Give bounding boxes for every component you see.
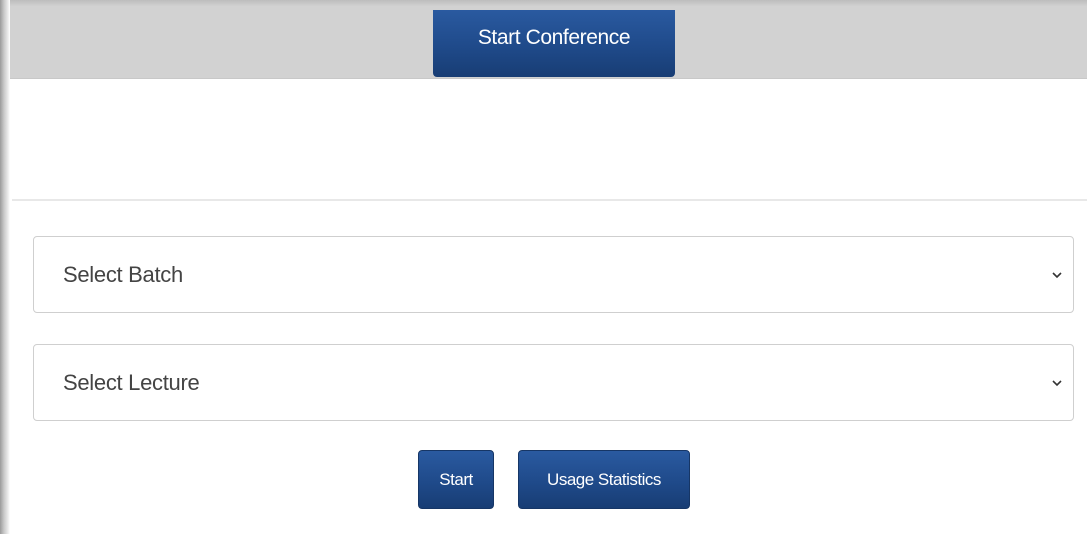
lecture-select-value: Select Lecture bbox=[63, 370, 200, 395]
chevron-down-icon bbox=[1052, 380, 1062, 387]
start-conference-tab[interactable]: Start Conference bbox=[433, 10, 675, 77]
window: Start Conference Select Batch Select Lec… bbox=[0, 0, 1087, 534]
lecture-select[interactable]: Select Lecture bbox=[33, 344, 1074, 421]
batch-select-value: Select Batch bbox=[63, 262, 183, 287]
panel-divider bbox=[12, 199, 1087, 201]
start-button[interactable]: Start bbox=[418, 450, 494, 509]
window-top-border bbox=[0, 0, 1087, 7]
window-left-border bbox=[0, 0, 10, 534]
usage-statistics-button[interactable]: Usage Statistics bbox=[518, 450, 690, 509]
batch-select[interactable]: Select Batch bbox=[33, 236, 1074, 313]
chevron-down-icon bbox=[1052, 272, 1062, 279]
